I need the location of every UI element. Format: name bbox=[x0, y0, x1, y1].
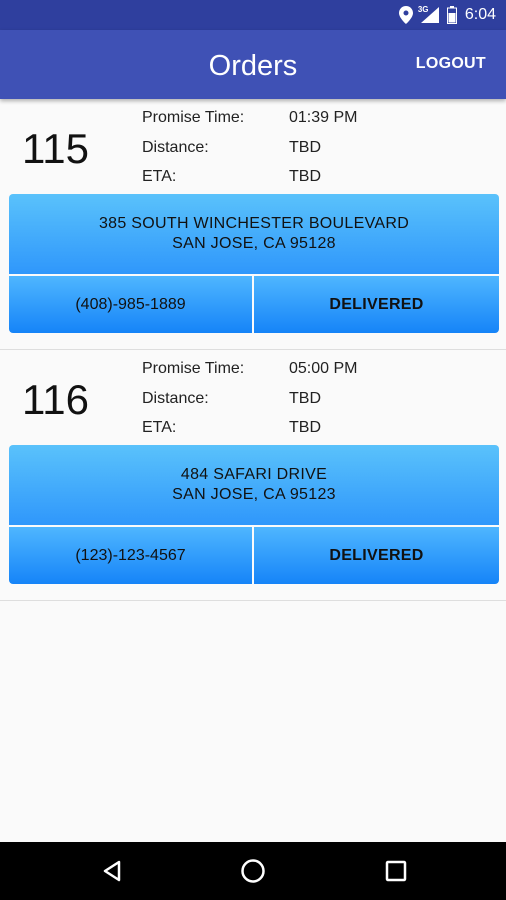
location-icon bbox=[398, 6, 413, 24]
order-number: 116 bbox=[22, 376, 89, 423]
recents-icon[interactable] bbox=[381, 856, 411, 886]
promise-time-value: 05:00 PM bbox=[289, 360, 358, 377]
promise-time-label: Promise Time: bbox=[142, 360, 245, 377]
navigation-bar bbox=[0, 842, 506, 900]
battery-icon bbox=[446, 6, 457, 24]
app-bar: Orders LOGOUT bbox=[0, 30, 506, 99]
phone-button[interactable]: (123)-123-4567 bbox=[9, 527, 252, 584]
order-number: 115 bbox=[22, 125, 89, 172]
network-type-label: 3G bbox=[417, 5, 429, 14]
distance-value: TBD bbox=[289, 139, 321, 156]
status-bar: 3G 6:04 bbox=[0, 0, 506, 30]
phone-button[interactable]: (408)-985-1889 bbox=[9, 276, 252, 333]
promise-time-label: Promise Time: bbox=[142, 109, 245, 126]
address-button[interactable]: 385 SOUTH WINCHESTER BOULEVARD SAN JOSE,… bbox=[9, 194, 499, 274]
back-icon[interactable] bbox=[97, 856, 127, 886]
address-line2: SAN JOSE, CA 95128 bbox=[172, 235, 336, 252]
status-time: 6:04 bbox=[464, 6, 496, 23]
distance-label: Distance: bbox=[142, 139, 209, 156]
distance-label: Distance: bbox=[142, 390, 209, 407]
eta-label: ETA: bbox=[142, 419, 177, 436]
address-line1: 385 SOUTH WINCHESTER BOULEVARD bbox=[98, 215, 410, 232]
home-icon[interactable] bbox=[238, 856, 268, 886]
eta-label: ETA: bbox=[142, 168, 177, 185]
address-line1: 484 SAFARI DRIVE bbox=[180, 466, 328, 483]
order-card: 116 Promise Time: 05:00 PM Distance: TBD… bbox=[0, 350, 506, 601]
distance-value: TBD bbox=[289, 390, 321, 407]
address-line2: SAN JOSE, CA 95123 bbox=[172, 486, 336, 503]
address-button[interactable]: 484 SAFARI DRIVE SAN JOSE, CA 95123 bbox=[9, 445, 499, 525]
delivered-button[interactable]: DELIVERED bbox=[254, 276, 499, 333]
eta-value: TBD bbox=[289, 419, 321, 436]
eta-value: TBD bbox=[289, 168, 321, 185]
delivered-button[interactable]: DELIVERED bbox=[254, 527, 499, 584]
promise-time-value: 01:39 PM bbox=[289, 109, 358, 126]
logout-button[interactable]: LOGOUT bbox=[416, 55, 486, 73]
order-card: 115 Promise Time: 01:39 PM Distance: TBD… bbox=[0, 99, 506, 350]
status-icons: 3G 6:04 bbox=[398, 0, 496, 30]
signal-icon: 3G bbox=[417, 5, 439, 23]
